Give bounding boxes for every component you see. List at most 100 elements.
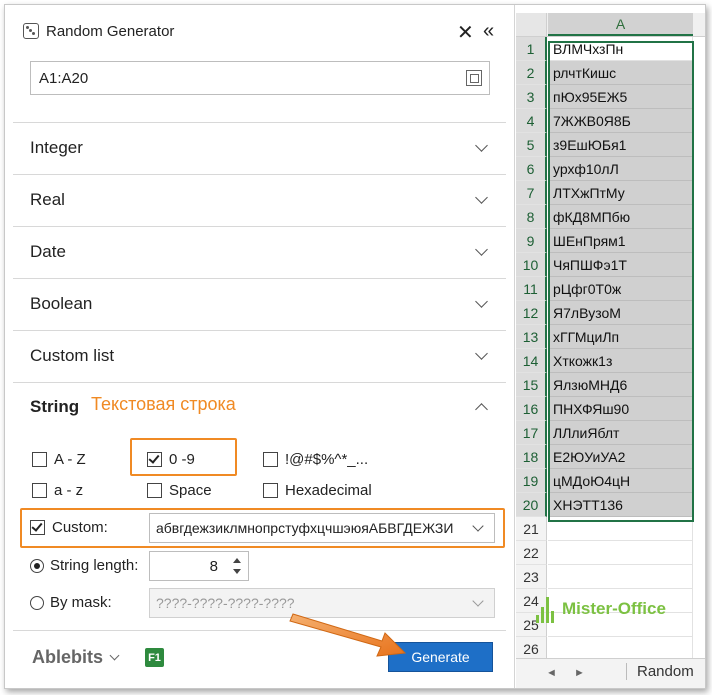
row-header[interactable]: 13	[516, 325, 547, 349]
row-header[interactable]: 3	[516, 85, 547, 109]
row-header[interactable]: 16	[516, 397, 547, 421]
row-header[interactable]: 21	[516, 517, 547, 541]
sheet-tab-random[interactable]: Random	[626, 663, 694, 680]
row-header[interactable]: 20	[516, 493, 547, 517]
range-input[interactable]: A1:A20	[30, 61, 490, 95]
cell[interactable]: ПНХФЯш90	[548, 397, 693, 421]
checkbox-upper[interactable]: A - Z	[32, 451, 86, 468]
section-string[interactable]	[13, 382, 506, 433]
row-header[interactable]: 6	[516, 157, 547, 181]
row-header[interactable]: 17	[516, 421, 547, 445]
cell[interactable]: хГГМциЛп	[548, 325, 693, 349]
generate-button[interactable]: Generate	[388, 642, 493, 672]
row-header[interactable]: 10	[516, 253, 547, 277]
cell[interactable]: Е2ЮУиУА2	[548, 445, 693, 469]
section-integer[interactable]: Integer	[13, 122, 506, 173]
row-header[interactable]: 7	[516, 181, 547, 205]
row-header[interactable]: 12	[516, 301, 547, 325]
table-row: 9 ШЕнПрям1	[516, 229, 705, 253]
row-header[interactable]: 15	[516, 373, 547, 397]
row-header[interactable]: 9	[516, 229, 547, 253]
next-sheet-icon[interactable]: ►	[574, 667, 585, 679]
cell[interactable]: ХНЭТТ136	[548, 493, 693, 517]
stepper-up-icon[interactable]	[233, 558, 241, 563]
chevron-down-icon[interactable]	[472, 520, 484, 532]
cell[interactable]: з9ЕшЮБя1	[548, 133, 693, 157]
checkbox-space-box[interactable]	[147, 483, 162, 498]
chevron-down-icon	[475, 191, 488, 204]
table-row: 20 ХНЭТТ136	[516, 493, 705, 517]
cell[interactable]: цМДоЮ4цН	[548, 469, 693, 493]
cell[interactable]: фКД8МПбю	[548, 205, 693, 229]
cell[interactable]: ЛЛлиЯблт	[548, 421, 693, 445]
section-boolean[interactable]: Boolean	[13, 278, 506, 329]
checkbox-digits[interactable]: 0 -9	[147, 451, 195, 468]
ablebits-menu[interactable]: Ablebits	[32, 647, 120, 668]
select-all-corner[interactable]	[516, 13, 547, 36]
checkbox-hex[interactable]: Hexadecimal	[263, 482, 372, 499]
cell[interactable]: урхф10лЛ	[548, 157, 693, 181]
checkbox-lower-box[interactable]	[32, 483, 47, 498]
radio-by-mask-label: By mask:	[50, 594, 112, 611]
table-row: 12 Я7лВузоМ	[516, 301, 705, 325]
row-header[interactable]: 23	[516, 565, 547, 589]
column-header-a[interactable]: A	[548, 13, 693, 36]
row-header[interactable]: 1	[516, 37, 547, 61]
help-icon[interactable]: F1	[145, 648, 164, 667]
cell[interactable]: ЧяПШФэ1Т	[548, 253, 693, 277]
table-row: 5 з9ЕшЮБя1	[516, 133, 705, 157]
checkbox-upper-box[interactable]	[32, 452, 47, 467]
collapse-pane-icon[interactable]: «	[483, 21, 494, 41]
radio-string-length-dot[interactable]	[30, 558, 44, 573]
row-header[interactable]: 18	[516, 445, 547, 469]
cell[interactable]: ЛТХжПтМу	[548, 181, 693, 205]
pane-title-text: Random Generator	[46, 22, 175, 40]
cell[interactable]: рлчтКишс	[548, 61, 693, 85]
close-icon[interactable]: ✕	[457, 23, 474, 43]
cell[interactable]: ЯлзюМНД6	[548, 373, 693, 397]
radio-string-length[interactable]: String length:	[30, 557, 138, 574]
row-header[interactable]: 22	[516, 541, 547, 565]
checkbox-hex-box[interactable]	[263, 483, 278, 498]
select-range-icon[interactable]	[466, 70, 482, 86]
cell[interactable]: пЮх95ЕЖ5	[548, 85, 693, 109]
column-header-row: A	[516, 13, 705, 37]
table-row: 2 рлчтКишс	[516, 61, 705, 85]
row-header[interactable]: 2	[516, 61, 547, 85]
radio-by-mask[interactable]: By mask:	[30, 594, 112, 611]
cell[interactable]	[548, 565, 693, 589]
row-header[interactable]: 14	[516, 349, 547, 373]
cell[interactable]: рЦфг0Т0ж	[548, 277, 693, 301]
row-header[interactable]: 11	[516, 277, 547, 301]
checkbox-symbols[interactable]: !@#$%^*_...	[263, 451, 368, 468]
checkbox-custom-box[interactable]	[30, 520, 45, 535]
row-header[interactable]: 4	[516, 109, 547, 133]
checkbox-space[interactable]: Space	[147, 482, 212, 499]
cell[interactable]: 7ЖЖВ0Я8Б	[548, 109, 693, 133]
mask-input[interactable]: ????-????-????-????	[149, 588, 495, 618]
cell[interactable]: ШЕнПрям1	[548, 229, 693, 253]
string-length-stepper[interactable]: 8	[149, 551, 249, 581]
prev-sheet-icon[interactable]: ◄	[546, 667, 557, 679]
stepper-down-icon[interactable]	[233, 569, 241, 574]
chevron-down-icon[interactable]	[472, 595, 484, 607]
row-header[interactable]: 8	[516, 205, 547, 229]
cell[interactable]: Хткожк1з	[548, 349, 693, 373]
table-row: 14 Хткожк1з	[516, 349, 705, 373]
checkbox-lower[interactable]: a - z	[32, 482, 83, 499]
checkbox-custom[interactable]: Custom:	[30, 519, 108, 536]
custom-chars-input[interactable]: абвгдежзиклмнопрстуфхцчшэюяАБВГДЕЖЗИ	[149, 513, 495, 543]
cell[interactable]: Я7лВузоМ	[548, 301, 693, 325]
checkbox-space-label: Space	[169, 482, 212, 499]
radio-by-mask-dot[interactable]	[30, 595, 44, 610]
row-header[interactable]: 5	[516, 133, 547, 157]
cell[interactable]: ВЛМЧхзПн	[548, 37, 693, 61]
cell[interactable]	[548, 517, 693, 541]
checkbox-digits-box[interactable]	[147, 452, 162, 467]
section-custom-list[interactable]: Custom list	[13, 330, 506, 381]
section-date[interactable]: Date	[13, 226, 506, 277]
row-header[interactable]: 19	[516, 469, 547, 493]
cell[interactable]	[548, 541, 693, 565]
checkbox-symbols-box[interactable]	[263, 452, 278, 467]
section-real[interactable]: Real	[13, 174, 506, 225]
